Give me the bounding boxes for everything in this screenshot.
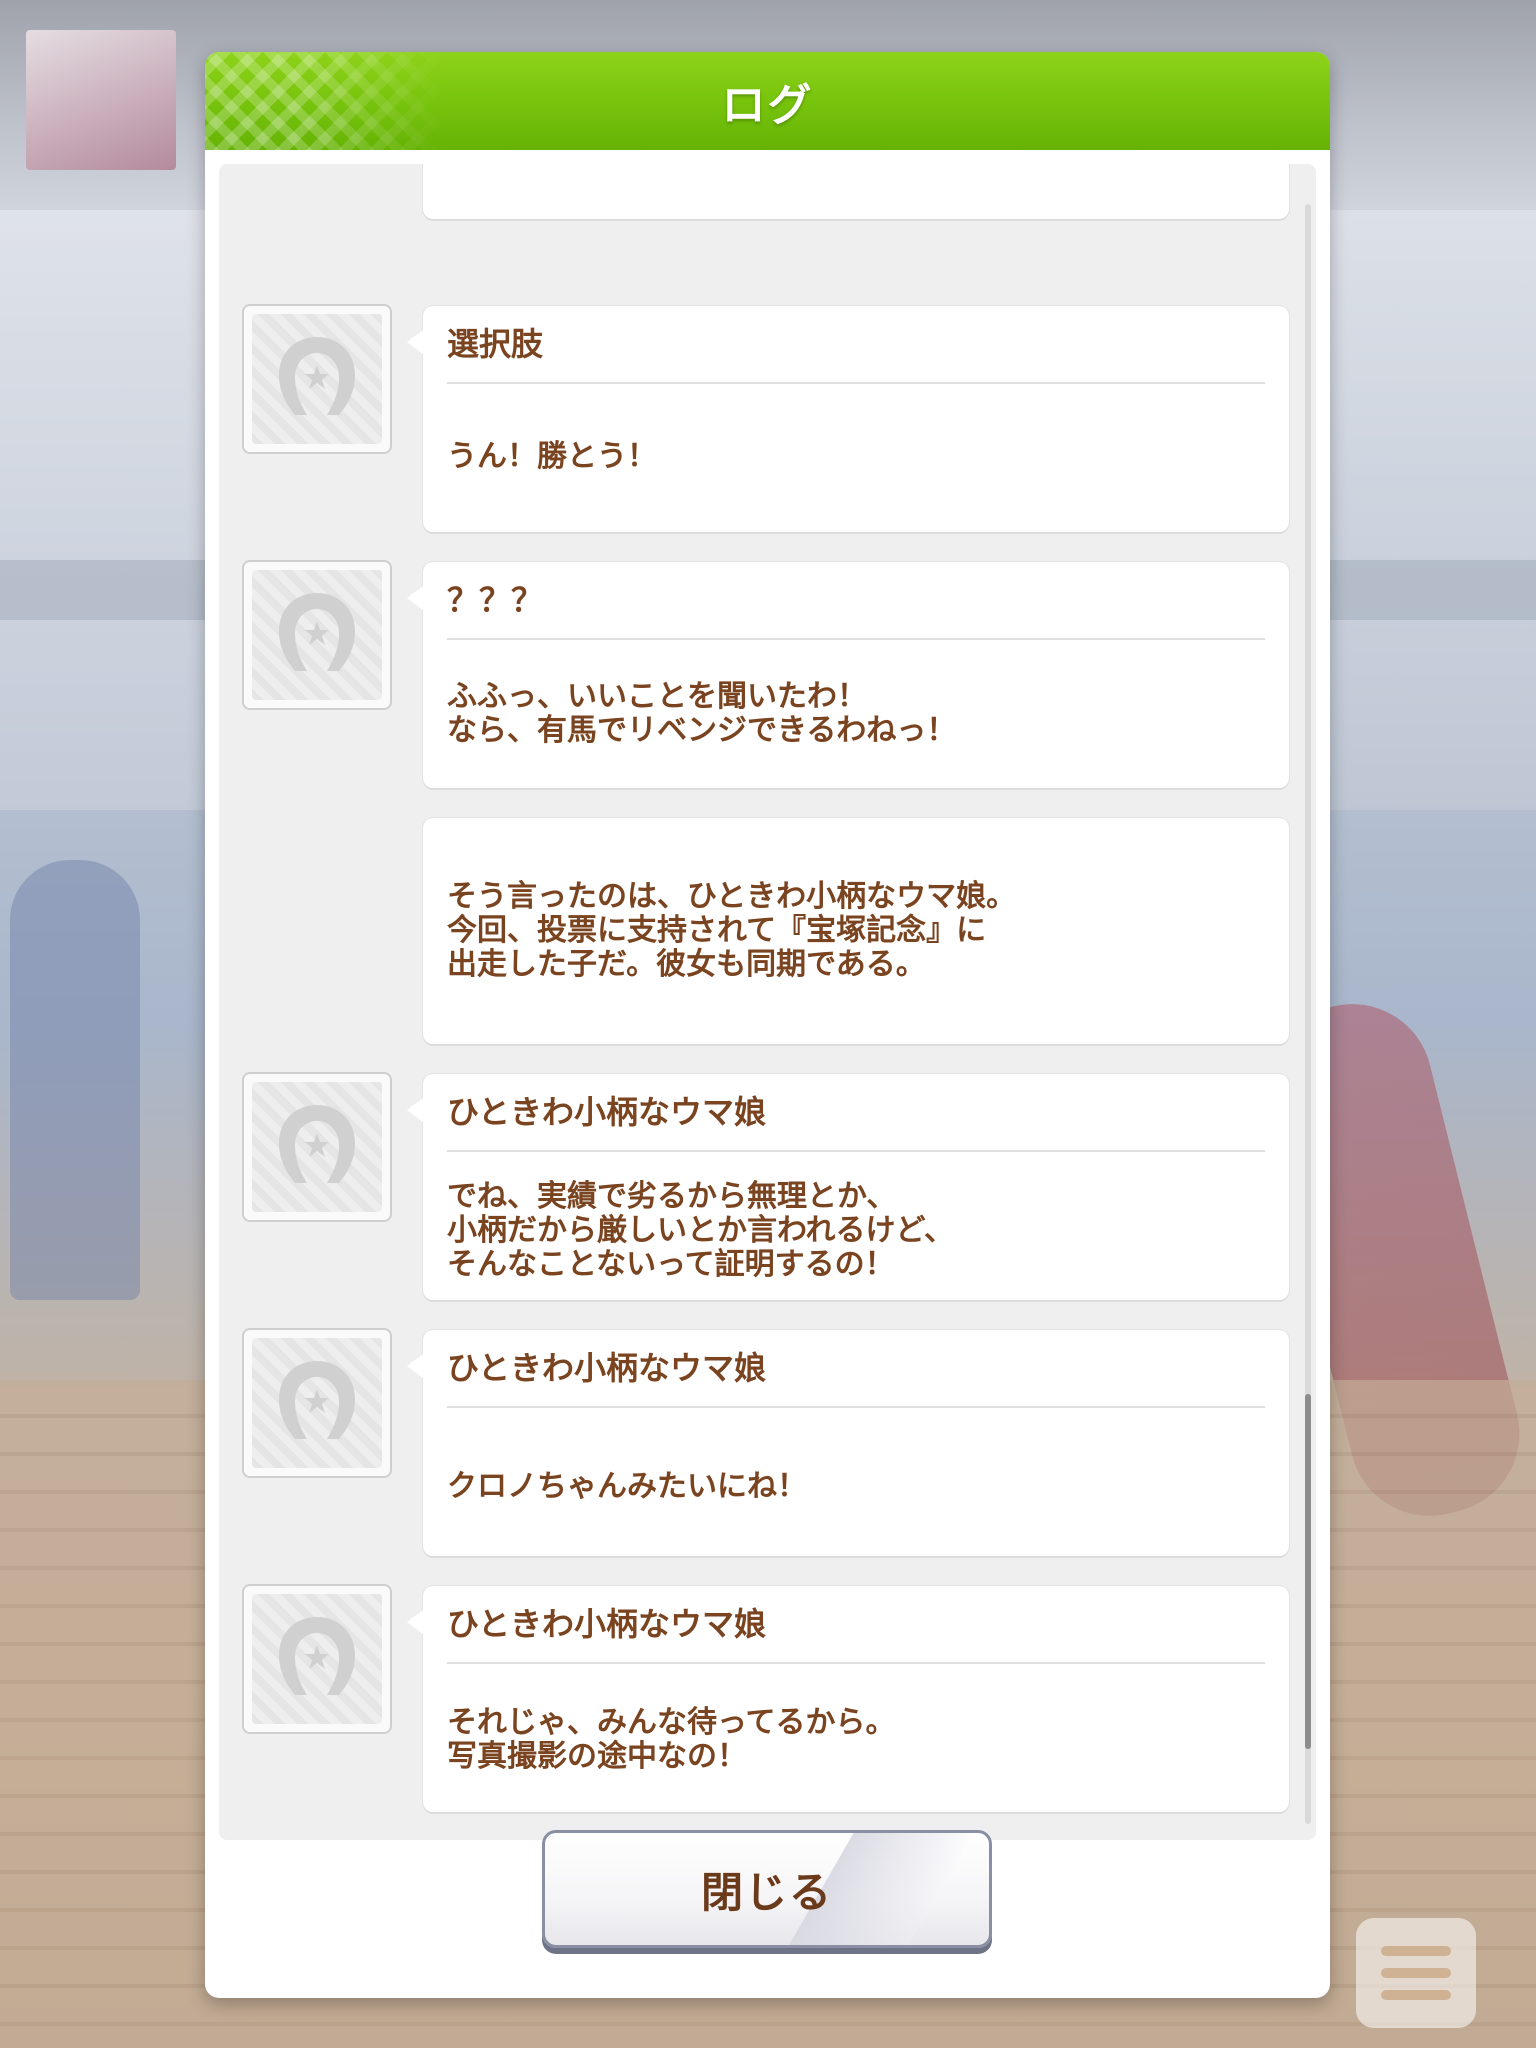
log-entry: ひときわ小柄なウマ娘 クロノちゃんみたいにね！ [407, 1330, 1289, 1556]
log-message: ふふっ、いいことを聞いたわ！ なら、有馬でリベンジできるわねっ！ [447, 679, 957, 748]
scrollbar-thumb[interactable] [1305, 1394, 1311, 1749]
header-pattern [205, 52, 445, 150]
log-entry: … [423, 164, 1289, 219]
background-figure [10, 860, 140, 1300]
log-message: うん！勝とう！ [447, 439, 657, 474]
speaker-name: ひときわ小柄なウマ娘 [447, 1330, 1265, 1408]
background-pillar-right [1326, 210, 1536, 810]
speaker-avatar [242, 1328, 392, 1478]
log-entry: ？？？ ふふっ、いいことを聞いたわ！ なら、有馬でリベンジできるわねっ！ [407, 562, 1289, 788]
horseshoe-star-icon [279, 1361, 355, 1439]
close-button[interactable]: 閉じる [542, 1830, 992, 1948]
log-message: それじゃ、みんな待ってるから。 写真撮影の途中なの！ [447, 1705, 896, 1774]
horseshoe-star-icon [279, 593, 355, 671]
speaker-name: ？？？ [447, 562, 1265, 640]
log-scrollbar[interactable] [1305, 204, 1311, 1824]
menu-button[interactable] [1356, 1918, 1476, 2028]
dialog-header: ログ [205, 52, 1330, 150]
log-message: … [447, 164, 1265, 194]
speaker-name: ひときわ小柄なウマ娘 [447, 1586, 1265, 1664]
narration-entry: そう言ったのは、ひときわ小柄なウマ娘。 今回、投票に支持されて『宝塚記念』に 出… [423, 818, 1289, 1044]
background-poster [26, 30, 176, 170]
log-message: クロノちゃんみたいにね！ [447, 1469, 807, 1504]
speaker-avatar [242, 1072, 392, 1222]
log-scroll-area[interactable]: … 選択肢 うん！勝とう！ ？？？ [219, 164, 1316, 1840]
dialog-title: ログ [721, 80, 814, 131]
log-entry: ひときわ小柄なウマ娘 でね、実績で劣るから無理とか、 小柄だから厳しいとか言われ… [407, 1074, 1289, 1300]
speaker-avatar [242, 1584, 392, 1734]
horseshoe-star-icon [279, 1617, 355, 1695]
speaker-avatar [242, 304, 392, 454]
log-message: でね、実績で劣るから無理とか、 小柄だから厳しいとか言われるけど、 そんなことな… [447, 1179, 954, 1282]
log-entry: ひときわ小柄なウマ娘 それじゃ、みんな待ってるから。 写真撮影の途中なの！ [407, 1586, 1289, 1812]
speaker-name: ひときわ小柄なウマ娘 [447, 1074, 1265, 1152]
speaker-avatar [242, 560, 392, 710]
horseshoe-star-icon [279, 1105, 355, 1183]
speaker-name: 選択肢 [447, 306, 1265, 384]
close-button-label: 閉じる [700, 1867, 833, 1917]
menu-lines-icon [1381, 1946, 1451, 1956]
log-dialog: ログ … 選択肢 うん！勝とう！ [205, 52, 1330, 1998]
background-pillar-left [0, 210, 210, 810]
horseshoe-star-icon [279, 337, 355, 415]
log-entry: 選択肢 うん！勝とう！ [407, 306, 1289, 532]
narration-message: そう言ったのは、ひときわ小柄なウマ娘。 今回、投票に支持されて『宝塚記念』に 出… [447, 879, 1017, 982]
